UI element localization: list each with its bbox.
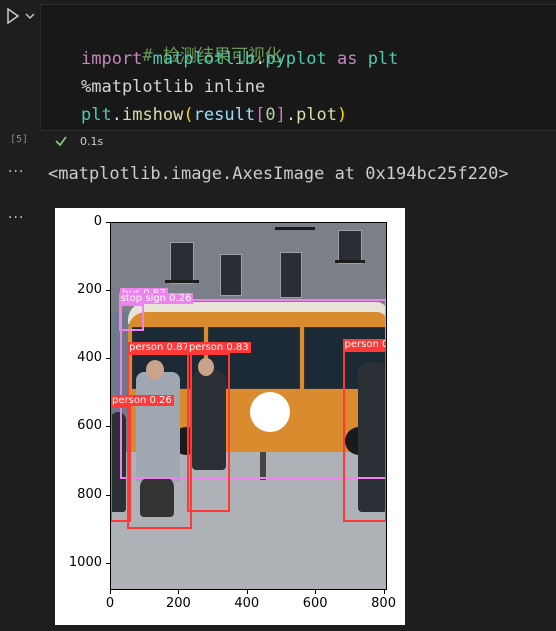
window: [338, 230, 362, 264]
detection-box: [186, 353, 230, 512]
window: [170, 242, 194, 284]
y-tick-mark: [106, 426, 110, 428]
function-name: imshow: [121, 105, 184, 125]
function-name-2: plot: [296, 105, 338, 125]
bracket-close: ]: [275, 105, 286, 125]
balcony: [275, 227, 315, 230]
keyword-as: as: [336, 49, 358, 69]
run-cell-icon[interactable]: [6, 8, 20, 24]
paren-open: (: [183, 105, 194, 125]
output-text-repr: <matplotlib.image.AxesImage at 0x194bc25…: [48, 164, 509, 184]
detection-label: person 0.87: [127, 342, 191, 354]
y-tick-mark: [106, 562, 110, 564]
plot-figure: bus 0.87stop sign 0.26person 0.87person …: [55, 208, 405, 625]
code-line-2[interactable]: import matplotlib.pyplot as plt: [81, 49, 398, 69]
x-tick-label: 200: [165, 596, 191, 611]
output-actions-ellipsis-2[interactable]: ...: [8, 206, 24, 222]
dot: .: [255, 49, 266, 69]
magic-command: %matplotlib inline: [81, 77, 266, 97]
execution-count: [5]: [10, 134, 29, 145]
dot: .: [111, 105, 122, 125]
balcony: [335, 260, 365, 263]
bracket-open: [: [255, 105, 266, 125]
code-line-3[interactable]: %matplotlib inline: [81, 77, 265, 97]
y-tick-label: 1000: [68, 554, 102, 570]
y-tick-label: 200: [77, 282, 102, 298]
code-editor[interactable]: # 检测结果可视化 import matplotlib.pyplot as pl…: [40, 4, 556, 131]
alias-name: plt: [367, 49, 399, 69]
output-actions-ellipsis[interactable]: ...: [8, 160, 24, 176]
detection-label: person 0.26: [110, 395, 174, 406]
x-tick-label: 600: [302, 596, 328, 611]
image-axes: bus 0.87stop sign 0.26person 0.87person …: [110, 222, 387, 590]
x-tick-label: 400: [234, 596, 260, 611]
variable-name: result: [193, 105, 256, 125]
module-name: matplotlib: [152, 49, 256, 69]
code-cell[interactable]: [5] # 检测结果可视化 import matplotlib.pyplot a…: [0, 0, 556, 152]
execution-time: 0.1s: [80, 135, 104, 148]
x-tick-mark: [110, 590, 111, 594]
x-tick-mark: [246, 590, 248, 594]
window: [220, 254, 242, 296]
y-tick-mark: [106, 358, 110, 360]
obj-name: plt: [81, 105, 112, 125]
dot: .: [285, 105, 297, 125]
x-tick-mark: [315, 590, 317, 594]
y-tick-label: 0: [93, 214, 102, 229]
cell-status-bar: 0.1s: [40, 130, 556, 153]
y-tick-label: 600: [77, 418, 102, 434]
x-tick-label: 800: [371, 596, 396, 611]
index-number: 0: [265, 105, 276, 125]
detection-box: [127, 353, 193, 529]
x-tick-mark: [383, 590, 385, 594]
detection-label: stop sign 0.26: [118, 292, 194, 304]
window: [280, 252, 302, 298]
code-line-4[interactable]: plt.imshow(result[0].plot): [81, 105, 347, 125]
x-tick-label: 0: [105, 596, 115, 611]
submodule-name: pyplot: [265, 49, 327, 69]
detection-label: person 0.85: [342, 338, 387, 350]
y-tick-mark: [106, 290, 110, 292]
check-icon: [55, 136, 67, 147]
y-tick-mark: [106, 222, 110, 223]
paren-close: ): [337, 105, 348, 125]
y-tick-mark: [106, 494, 110, 496]
x-tick-mark: [178, 590, 180, 594]
y-tick-label: 800: [77, 486, 102, 502]
balcony: [165, 280, 199, 283]
keyword-import: import: [81, 49, 143, 69]
detection-box: [118, 303, 145, 332]
y-tick-label: 400: [77, 350, 102, 366]
detection-box: [110, 406, 131, 522]
chevron-down-icon[interactable]: [24, 10, 36, 22]
detection-box: [342, 349, 387, 522]
detection-label: person 0.83: [186, 342, 251, 354]
